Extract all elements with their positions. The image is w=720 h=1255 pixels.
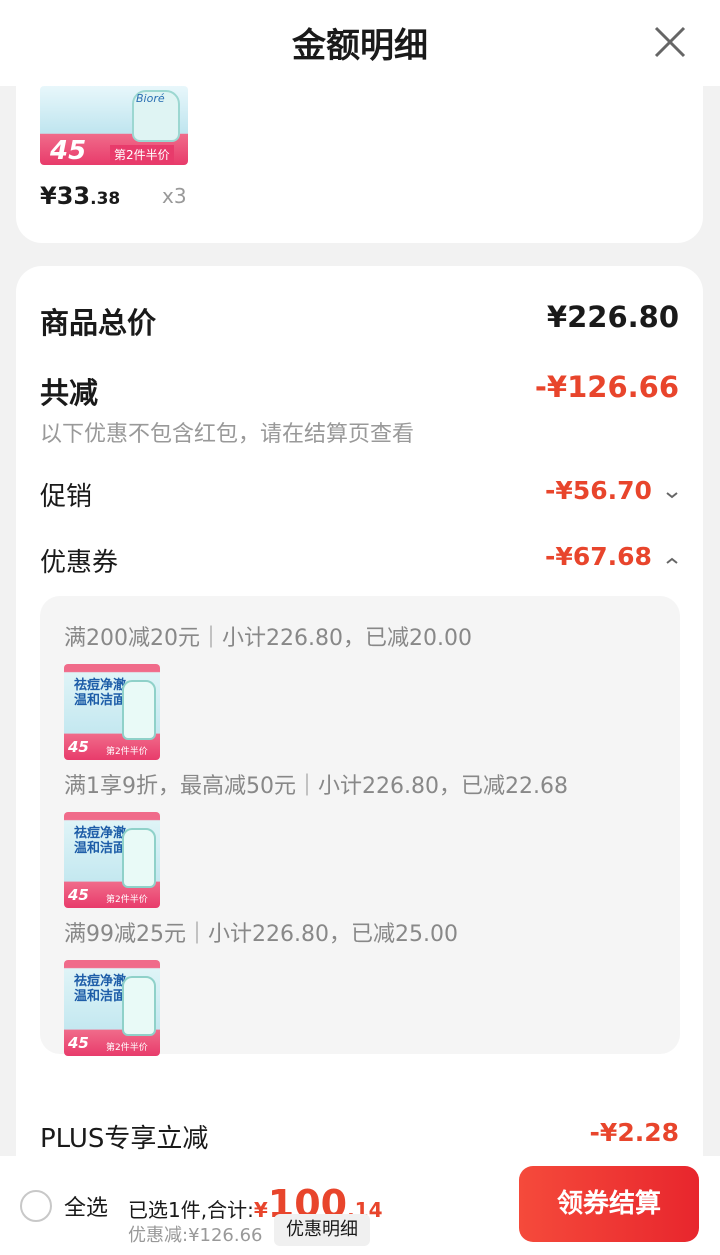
bottle-graphic [122,680,156,740]
total-currency: ¥ [253,1198,268,1222]
coupon-line: 满1享9折，最高减50元｜小计226.80，已减22.68 [64,774,568,799]
promo-value: -¥56.70 [545,476,652,505]
bottle-graphic [122,976,156,1036]
coupon-value-wrap: -¥67.68 [545,542,679,571]
bottle-graphic [122,828,156,888]
discount-text: 优惠减:¥126.66 [128,1225,263,1246]
thumb-title: 祛痘净澈温和洁面 [74,974,127,1004]
unit-price: ¥33.38 [40,182,120,210]
thumb-price: 45 [68,738,89,756]
reduce-row: 共减 -¥126.66 [40,370,679,410]
thumb-promo: 第2件半价 [106,1043,148,1053]
chevron-down-icon[interactable] [665,490,679,500]
total-label: 商品总价 [40,306,157,340]
close-icon[interactable] [650,22,690,62]
select-all-radio[interactable] [20,1190,52,1222]
chevron-up-icon[interactable] [665,556,679,566]
brand-label: Bioré [136,92,165,105]
plus-row: PLUS专享立减 -¥2.28 [40,1118,679,1158]
coupon-list: 满200减20元｜小计226.80，已减20.00 祛痘净澈温和洁面 45 第2… [40,596,680,1056]
promo-label: 促销 [40,482,93,512]
coupon-line: 满200减20元｜小计226.80，已减20.00 [64,626,472,651]
coupon-product-image[interactable]: 祛痘净澈温和洁面 45 第2件半价 [64,812,160,908]
thumb-promo: 第2件半价 [106,895,148,905]
discount-detail-button[interactable]: 优惠明细 [274,1214,370,1246]
unit-price-main: ¥33 [40,182,91,210]
image-promo: 第2件半价 [110,145,174,164]
coupon-label: 优惠券 [40,548,119,578]
coupon-value: -¥67.68 [545,542,652,571]
coupon-product-image[interactable]: 祛痘净澈温和洁面 45 第2件半价 [64,960,160,1056]
quantity: x3 [162,184,187,208]
thumb-price: 45 [68,1034,89,1052]
checkout-button[interactable]: 领券结算 [519,1166,699,1242]
plus-label: PLUS专享立减 [40,1124,209,1154]
reduce-note: 以下优惠不包含红包，请在结算页查看 [40,422,415,447]
select-all-label[interactable]: 全选 [64,1190,108,1222]
thumb-title: 祛痘净澈温和洁面 [74,826,127,856]
coupon-line: 满99减25元｜小计226.80，已减25.00 [64,922,458,947]
coupon-row[interactable]: 优惠券 -¥67.68 [40,542,679,582]
image-price: 45 [50,136,87,165]
coupon-product-image[interactable]: 祛痘净澈温和洁面 45 第2件半价 [64,664,160,760]
selected-text: 已选1件,合计: [128,1198,254,1222]
page-title: 金额明细 [292,26,428,66]
product-image[interactable]: Bioré 45 第2件半价 [40,86,188,165]
reduce-value: -¥126.66 [534,370,679,404]
total-value: ¥226.80 [546,300,679,334]
plus-value: -¥2.28 [589,1118,679,1147]
thumb-title: 祛痘净澈温和洁面 [74,678,127,708]
reduce-label: 共减 [40,376,99,410]
checkout-bar: 全选 已选1件,合计:¥100.14 优惠减:¥126.66 优惠明细 领券结算 [0,1156,720,1255]
unit-price-dec: .38 [90,189,121,209]
thumb-price: 45 [68,886,89,904]
header: 金额明细 [0,0,720,86]
thumb-promo: 第2件半价 [106,747,148,757]
promo-value-wrap: -¥56.70 [545,476,679,505]
product-card: Bioré 45 第2件半价 ¥33.38 x3 [16,60,703,243]
promo-row[interactable]: 促销 -¥56.70 [40,476,679,516]
total-row: 商品总价 ¥226.80 [40,300,679,340]
price-detail-card: 商品总价 ¥226.80 共减 -¥126.66 以下优惠不包含红包，请在结算页… [16,266,703,1166]
